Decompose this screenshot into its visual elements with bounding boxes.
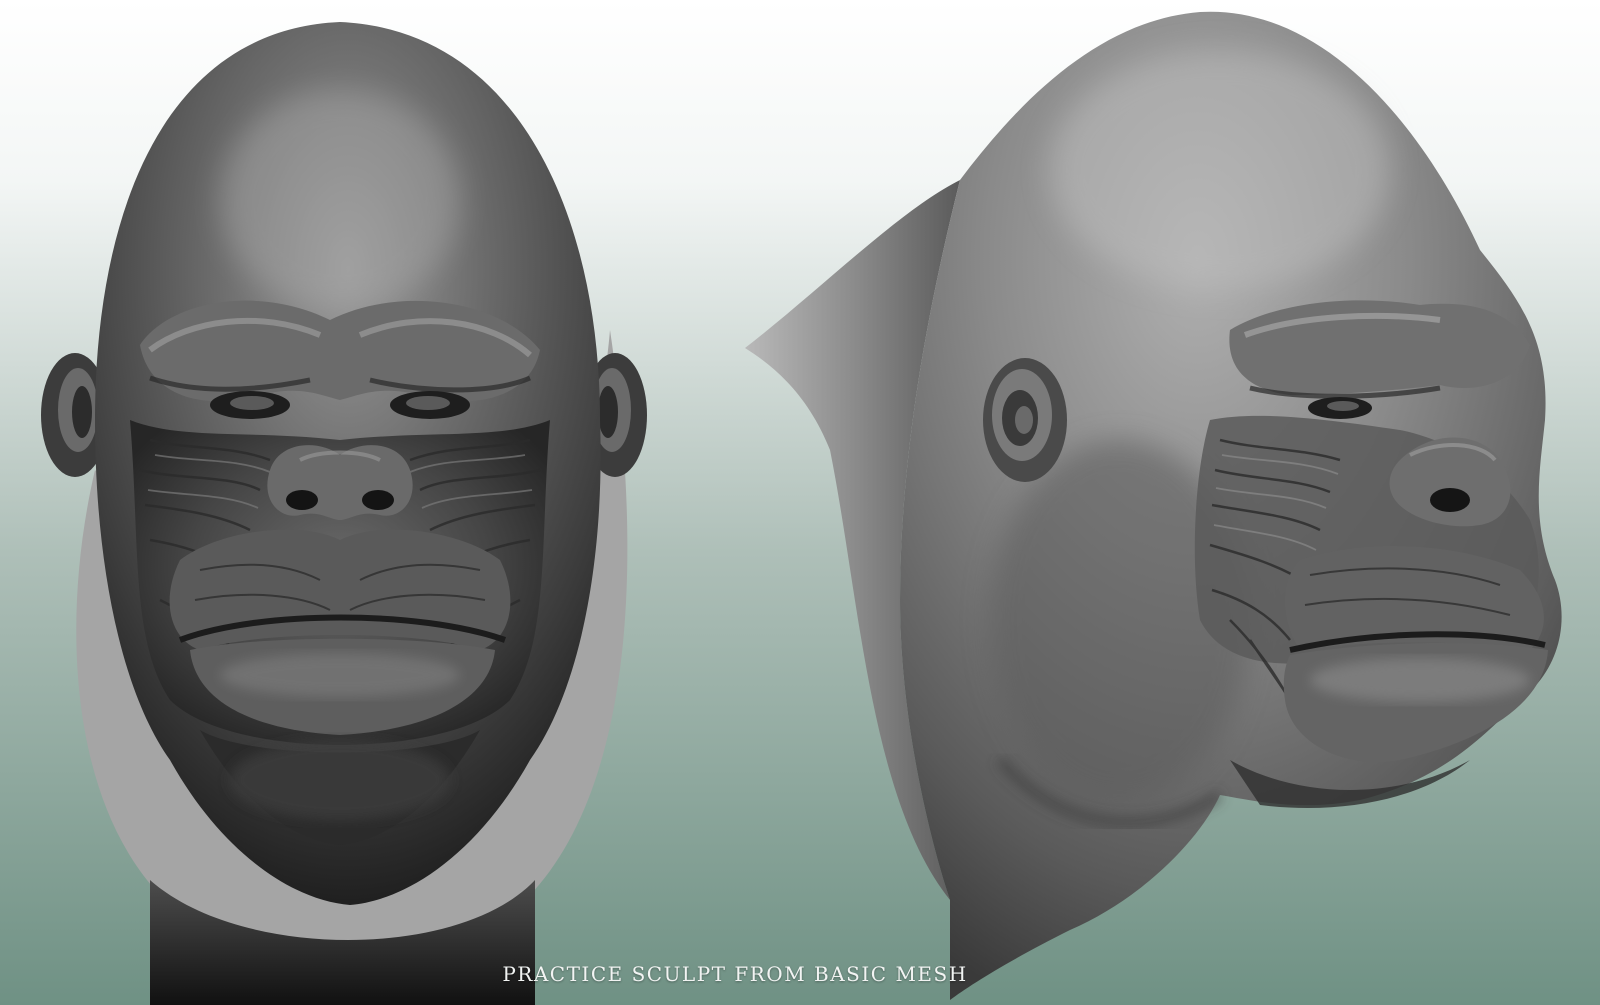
front-muzzle [169, 529, 511, 650]
side-eye [1308, 397, 1372, 419]
front-left-eye [210, 391, 290, 419]
front-nose [267, 445, 413, 520]
sculpt-caption: PRACTICE SCULPT FROM BASIC MESH [502, 962, 968, 986]
front-right-eye [390, 391, 470, 419]
sculpt-render-canvas [0, 0, 1600, 1005]
side-ear [983, 358, 1067, 482]
